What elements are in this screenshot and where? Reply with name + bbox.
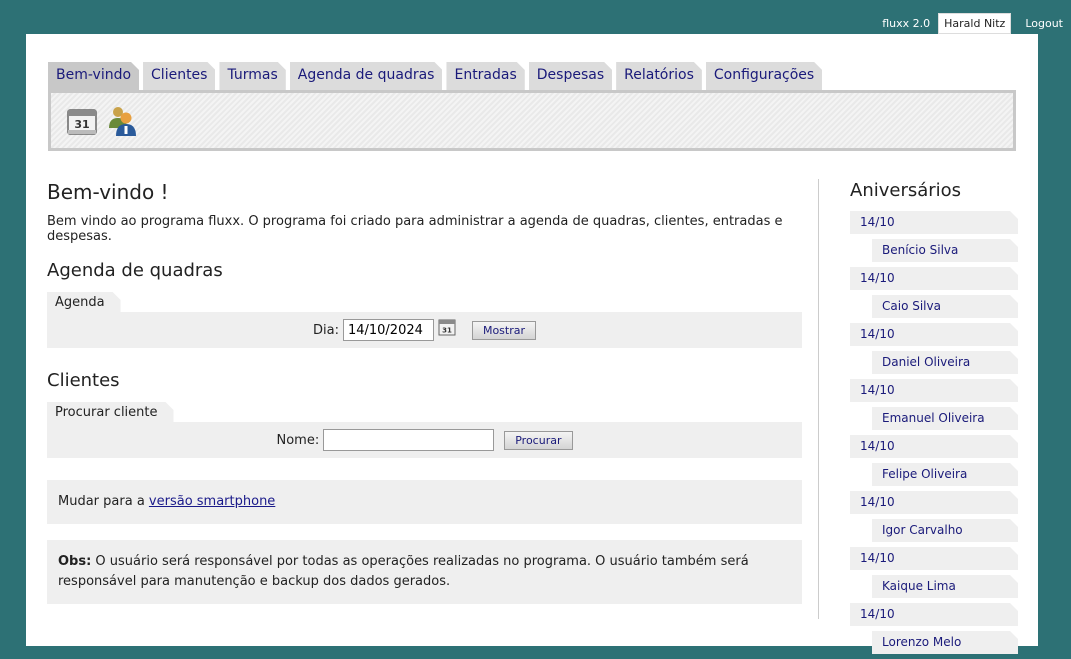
tab-configuracoes[interactable]: Configurações	[706, 62, 822, 90]
birthday-name[interactable]: Emanuel Oliveira	[872, 407, 1018, 430]
tab-despesas[interactable]: Despesas	[529, 62, 612, 90]
clientes-heading: Clientes	[47, 370, 120, 391]
page-container: Bem-vindo Clientes Turmas Agenda de quad…	[26, 34, 1038, 646]
search-client-form: Nome: Procurar	[47, 422, 802, 458]
show-button[interactable]: Mostrar	[471, 320, 537, 340]
smartphone-box: Mudar para a versão smartphone	[47, 480, 802, 524]
birthday-date: 14/10	[850, 267, 1018, 290]
birthday-name[interactable]: Kaique Lima	[872, 575, 1018, 598]
main-tabs: Bem-vindo Clientes Turmas Agenda de quad…	[48, 62, 826, 90]
obs-label: Obs:	[58, 554, 92, 569]
svg-text:31: 31	[442, 327, 452, 335]
birthday-list: 14/10 Benício Silva 14/10 Caio Silva 14/…	[850, 211, 1018, 654]
birthday-name[interactable]: Daniel Oliveira	[872, 351, 1018, 374]
agenda-form: Dia: 31 Mostrar	[47, 312, 802, 348]
birthday-name[interactable]: Benício Silva	[872, 239, 1018, 262]
birthday-date: 14/10	[850, 547, 1018, 570]
icon-toolbar: 31	[48, 90, 1016, 151]
birthday-date: 14/10	[850, 491, 1018, 514]
birthday-date: 14/10	[850, 435, 1018, 458]
calendar-icon[interactable]: 31	[65, 104, 99, 138]
svg-text:31: 31	[74, 118, 89, 131]
tab-relatorios[interactable]: Relatórios	[616, 62, 702, 90]
intro-text: Bem vindo ao programa fluxx. O programa …	[47, 214, 783, 244]
birthday-date: 14/10	[850, 379, 1018, 402]
obs-text: O usuário será responsável por todas as …	[58, 554, 749, 589]
agenda-panel: Agenda Dia: 31 Mostrar	[47, 291, 802, 348]
clientes-panel: Procurar cliente Nome: Procurar	[47, 401, 802, 458]
column-divider	[818, 179, 819, 619]
agenda-panel-label: Agenda	[47, 292, 121, 312]
birthdays-sidebar: Aniversários 14/10 Benício Silva 14/10 C…	[850, 174, 1018, 659]
calendar-picker-icon[interactable]: 31	[438, 318, 456, 336]
birthday-name[interactable]: Felipe Oliveira	[872, 463, 1018, 486]
birthday-date: 14/10	[850, 603, 1018, 626]
birthday-date: 14/10	[850, 211, 1018, 234]
tab-clientes[interactable]: Clientes	[143, 62, 215, 90]
tab-turmas[interactable]: Turmas	[219, 62, 285, 90]
smartphone-version-link[interactable]: versão smartphone	[149, 494, 275, 509]
day-input[interactable]	[342, 319, 434, 341]
smartphone-prefix: Mudar para a	[58, 494, 149, 509]
day-label: Dia:	[312, 322, 339, 338]
name-label: Nome:	[276, 432, 320, 448]
page-title: Bem-vindo !	[47, 180, 169, 204]
agenda-heading: Agenda de quadras	[47, 260, 223, 281]
tab-agenda-de-quadras[interactable]: Agenda de quadras	[290, 62, 443, 90]
birthday-name[interactable]: Igor Carvalho	[872, 519, 1018, 542]
current-user: Harald Nitz	[938, 12, 1012, 34]
birthday-name[interactable]: Caio Silva	[872, 295, 1018, 318]
app-version: fluxx 2.0	[882, 16, 931, 30]
clientes-panel-label: Procurar cliente	[47, 402, 174, 422]
name-input[interactable]	[323, 429, 495, 451]
users-icon[interactable]	[105, 104, 139, 138]
logout-link[interactable]: Logout	[1017, 17, 1071, 30]
search-button[interactable]: Procurar	[504, 430, 573, 450]
birthday-name[interactable]: Lorenzo Melo	[872, 631, 1018, 654]
tab-bem-vindo[interactable]: Bem-vindo	[48, 62, 139, 90]
birthdays-title: Aniversários	[850, 180, 962, 201]
top-bar: fluxx 2.0 Harald Nitz Logout	[882, 12, 1071, 34]
tab-entradas[interactable]: Entradas	[446, 62, 524, 90]
birthday-date: 14/10	[850, 323, 1018, 346]
main-content: Bem-vindo ! Bem vindo ao programa fluxx.…	[47, 174, 802, 620]
obs-box: Obs: O usuário será responsável por toda…	[47, 540, 802, 604]
